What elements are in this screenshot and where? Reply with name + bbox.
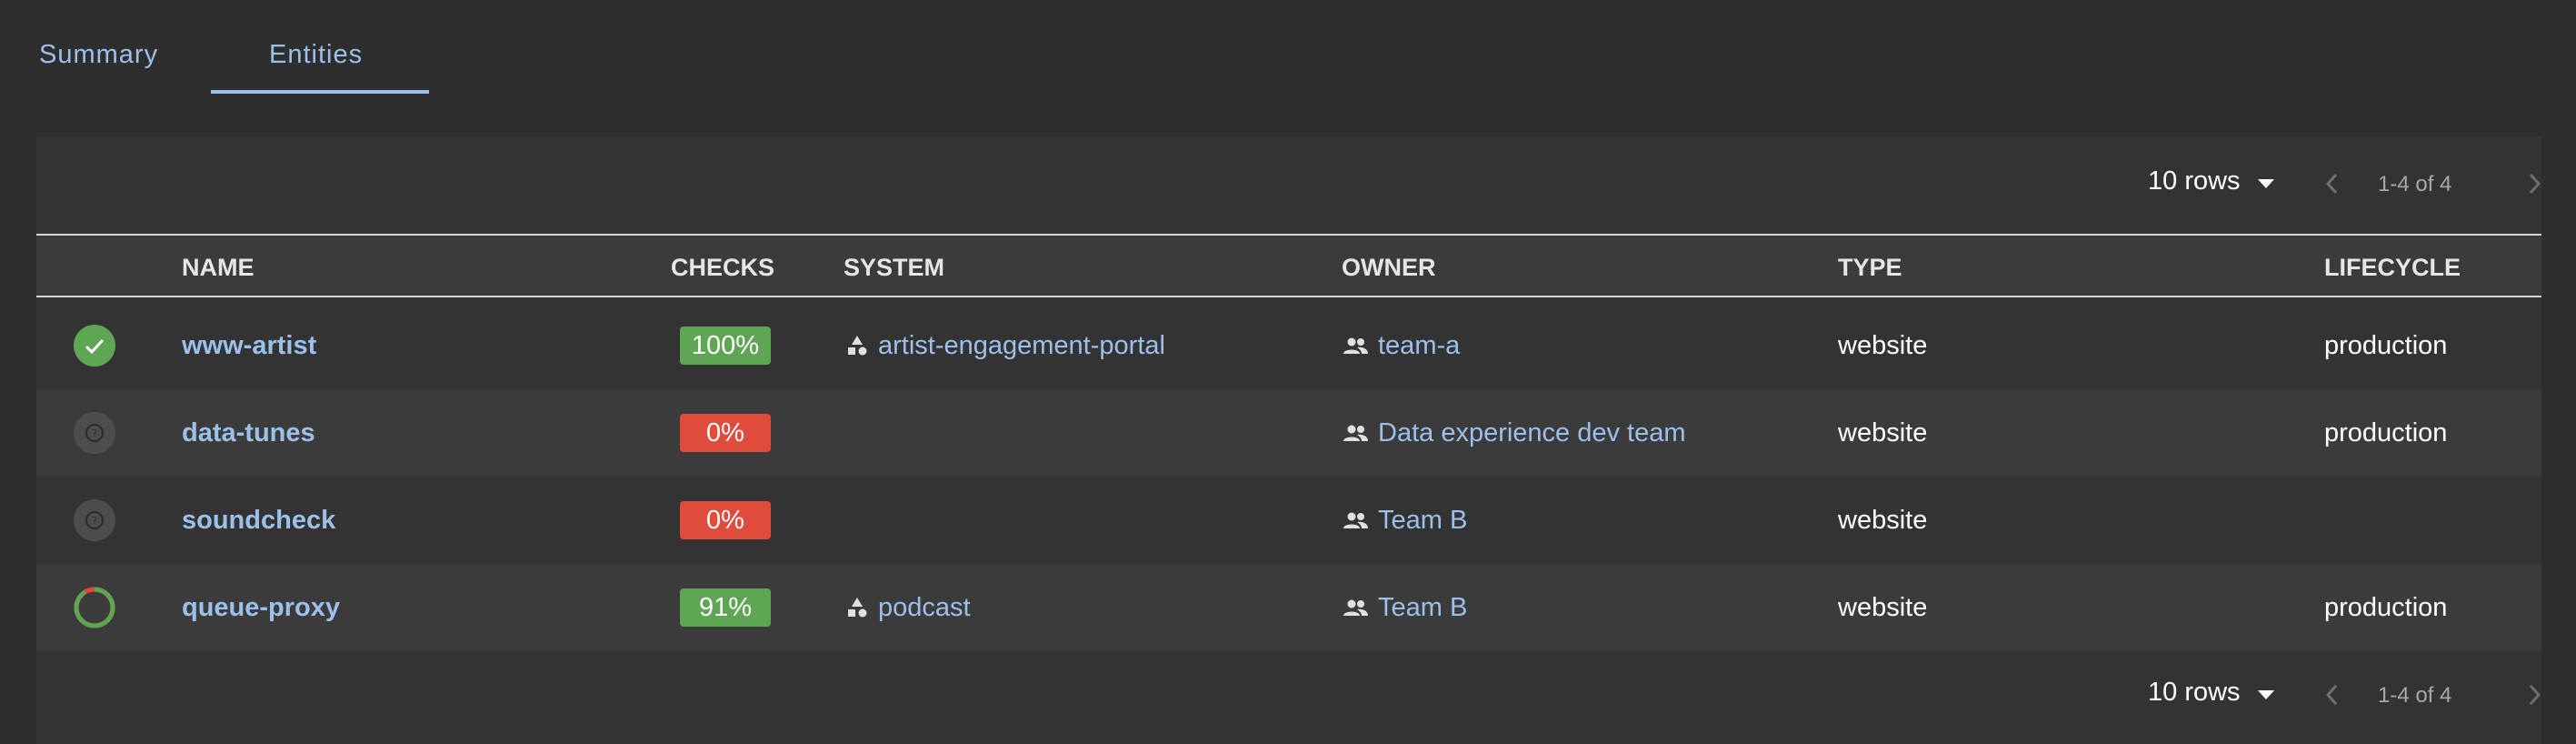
- owner-link[interactable]: Team B: [1342, 564, 1467, 651]
- owner-label: team-a: [1378, 330, 1461, 360]
- shapes-icon: [848, 598, 867, 618]
- system-label: artist-engagement-portal: [878, 330, 1165, 360]
- owner-label: Team B: [1378, 592, 1468, 622]
- column-header-checks[interactable]: CHECKS: [671, 254, 774, 282]
- entities-panel: 10 rows 1-4 of 4 NAME CHECKS SYSTEM OWNE…: [36, 136, 2541, 744]
- column-header-lifecycle[interactable]: LIFECYCLE: [2324, 254, 2461, 282]
- entity-name-link[interactable]: www-artist: [182, 302, 316, 389]
- entity-name-link[interactable]: queue-proxy: [182, 564, 340, 651]
- table-header: NAME CHECKS SYSTEM OWNER TYPE LIFECYCLE: [36, 234, 2541, 297]
- pagination-top: 10 rows 1-4 of 4: [36, 136, 2541, 227]
- column-header-type[interactable]: TYPE: [1838, 254, 1902, 282]
- owner-link[interactable]: Data experience dev team: [1342, 389, 1686, 477]
- system-link[interactable]: podcast: [845, 564, 971, 651]
- checks-cell: 100%: [680, 302, 771, 389]
- column-header-owner[interactable]: OWNER: [1342, 254, 1436, 282]
- group-icon: [1343, 512, 1368, 528]
- column-header-name[interactable]: NAME: [182, 254, 255, 282]
- status-cell: [71, 564, 118, 651]
- tab-bar: Summary Entities: [0, 0, 2576, 96]
- active-tab-indicator: [211, 90, 429, 94]
- lifecycle-cell: production: [2324, 592, 2448, 622]
- svg-text:?: ?: [92, 427, 97, 439]
- table-row: ? data-tunes 0% Data experience dev team…: [36, 389, 2541, 477]
- checks-cell: 91%: [680, 564, 771, 651]
- entity-name-link[interactable]: data-tunes: [182, 389, 315, 477]
- caret-down-icon[interactable]: [2258, 690, 2274, 699]
- rows-per-page-select[interactable]: 10 rows: [2148, 166, 2241, 196]
- caret-down-icon[interactable]: [2258, 179, 2274, 188]
- group-icon: [1343, 425, 1368, 441]
- chevron-right-icon[interactable]: [2523, 171, 2545, 196]
- status-cell: ?: [71, 477, 118, 564]
- lifecycle-cell: production: [2324, 330, 2448, 360]
- shapes-icon: [848, 336, 867, 356]
- system-label: podcast: [878, 592, 971, 622]
- checks-cell: 0%: [680, 477, 771, 564]
- check-circle-icon: [74, 325, 115, 367]
- table-row: queue-proxy 91% podcast Team B website p…: [36, 564, 2541, 651]
- checks-badge: 0%: [680, 414, 771, 452]
- lifecycle-cell: production: [2324, 417, 2448, 447]
- owner-link[interactable]: Team B: [1342, 477, 1467, 564]
- group-icon: [1343, 337, 1368, 354]
- tab-summary[interactable]: Summary: [39, 40, 158, 70]
- checks-badge: 91%: [680, 588, 771, 627]
- checks-cell: 0%: [680, 389, 771, 477]
- entity-name-link[interactable]: soundcheck: [182, 477, 335, 564]
- checks-badge: 0%: [680, 501, 771, 539]
- type-cell: website: [1838, 505, 1928, 535]
- help-circle-icon: ?: [74, 499, 115, 541]
- chevron-left-icon[interactable]: [2321, 682, 2343, 708]
- status-cell: ?: [71, 389, 118, 477]
- tab-entities[interactable]: Entities: [269, 40, 363, 70]
- table-row: www-artist 100% artist-engagement-portal…: [36, 302, 2541, 389]
- svg-text:?: ?: [92, 515, 97, 527]
- owner-link[interactable]: team-a: [1342, 302, 1460, 389]
- table-row: ? soundcheck 0% Team B website: [36, 477, 2541, 564]
- rows-per-page-select[interactable]: 10 rows: [2148, 678, 2241, 708]
- page-range: 1-4 of 4: [2378, 683, 2452, 708]
- column-header-system[interactable]: SYSTEM: [844, 254, 944, 282]
- owner-label: Data experience dev team: [1378, 417, 1686, 447]
- owner-label: Team B: [1378, 505, 1468, 535]
- status-cell: [71, 302, 118, 389]
- page-range: 1-4 of 4: [2378, 172, 2452, 196]
- type-cell: website: [1838, 592, 1928, 622]
- type-cell: website: [1838, 330, 1928, 360]
- help-circle-icon: ?: [74, 412, 115, 454]
- chevron-left-icon[interactable]: [2321, 171, 2343, 196]
- checks-badge: 100%: [680, 327, 771, 365]
- progress-ring-icon: [74, 587, 115, 628]
- pagination-bottom: 10 rows 1-4 of 4: [36, 648, 2541, 739]
- system-link[interactable]: artist-engagement-portal: [845, 302, 1165, 389]
- type-cell: website: [1838, 417, 1928, 447]
- group-icon: [1343, 599, 1368, 616]
- chevron-right-icon[interactable]: [2523, 682, 2545, 708]
